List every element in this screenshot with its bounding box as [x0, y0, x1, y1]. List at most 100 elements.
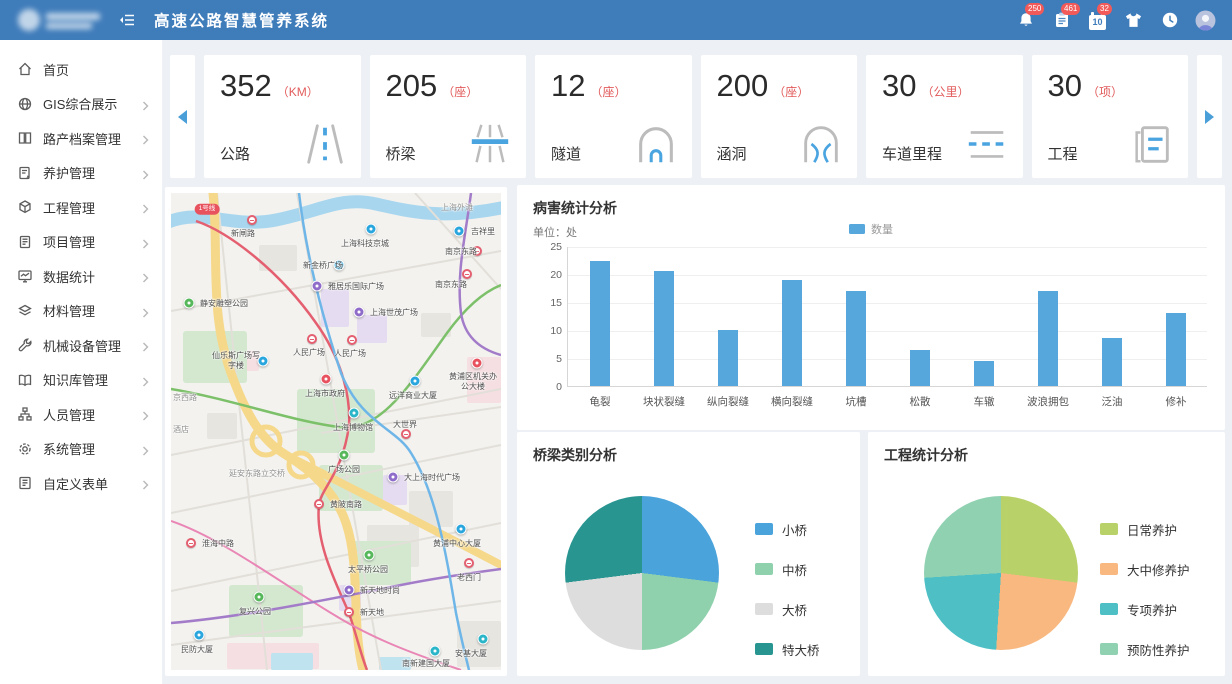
x-axis-label: 车辙: [952, 394, 1016, 409]
tasks-clipboard-icon[interactable]: 461: [1051, 10, 1072, 31]
chevron-right-icon: [142, 375, 150, 385]
sidebar-item-4[interactable]: 养护管理: [0, 156, 162, 191]
bar-坑槽: [846, 291, 866, 386]
poi-marker[interactable]: [312, 281, 323, 292]
metro-station-marker[interactable]: [247, 215, 257, 225]
sidebar-item-12[interactable]: 系统管理: [0, 432, 162, 467]
sidebar-item-1[interactable]: 首页: [0, 52, 162, 87]
metro-station-marker[interactable]: [347, 335, 357, 345]
sidebar-item-3[interactable]: 路产档案管理: [0, 121, 162, 156]
metro-station-marker[interactable]: [314, 499, 324, 509]
bar-chart-plot: 0510152025龟裂块状裂缝纵向裂缝横向裂缝坑槽松散车辙波浪拥包泛油修补: [567, 247, 1207, 387]
stat-card-3[interactable]: 12（座）隧道: [535, 55, 692, 178]
sidebar-item-label: 数据统计: [43, 267, 95, 286]
sidebar-item-label: GIS综合展示: [43, 94, 117, 113]
sidebar-item-13[interactable]: 自定义表单: [0, 466, 162, 501]
metro-station-marker[interactable]: [307, 334, 317, 344]
metro-station-marker[interactable]: [186, 538, 196, 548]
notification-bell-icon[interactable]: 250: [1015, 10, 1036, 31]
stat-card-1[interactable]: 352（KM）公路: [204, 55, 361, 178]
metro-station-marker[interactable]: [344, 607, 354, 617]
project-pie-legend: 日常养护大中修养护专项养护预防性养护: [1100, 522, 1190, 682]
x-axis-label: 泛油: [1080, 394, 1144, 409]
metro-station-marker[interactable]: [464, 558, 474, 568]
user-avatar[interactable]: [1195, 10, 1216, 31]
stat-card-2[interactable]: 205（座）桥梁: [370, 55, 527, 178]
legend-label: 预防性养护: [1127, 640, 1190, 659]
stat-cards-track: 352（KM）公路205（座）桥梁12（座）隧道200（座）涵洞30（公里）车道…: [204, 55, 1188, 178]
poi-marker[interactable]: [388, 472, 399, 483]
poi-marker[interactable]: [339, 450, 350, 461]
sidebar-item-2[interactable]: GIS综合展示: [0, 87, 162, 122]
bar-纵向裂缝: [718, 330, 738, 386]
sidebar-item-11[interactable]: 人员管理: [0, 397, 162, 432]
carousel-next-button[interactable]: [1197, 55, 1222, 178]
menu-fold-icon[interactable]: [118, 11, 136, 29]
stat-card-5[interactable]: 30（公里）车道里程: [866, 55, 1023, 178]
sidebar-item-label: 系统管理: [43, 439, 95, 458]
poi-marker[interactable]: [354, 307, 365, 318]
pie-legend-item[interactable]: 大桥: [755, 602, 820, 616]
home-icon: [17, 61, 33, 77]
stat-card-6[interactable]: 30（项）工程: [1032, 55, 1189, 178]
stat-label: 工程: [1048, 143, 1078, 167]
poi-marker[interactable]: [184, 298, 195, 309]
calendar-badge: 32: [1097, 3, 1112, 15]
book-icon: [17, 372, 33, 388]
stat-unit: （项）: [1087, 83, 1123, 100]
pie-legend-item[interactable]: 日常养护: [1100, 522, 1190, 536]
bar-legend-item[interactable]: 数量: [849, 221, 893, 237]
carousel-prev-button[interactable]: [170, 55, 195, 178]
calendar-day: 10: [1089, 15, 1106, 30]
pie-legend-item[interactable]: 专项养护: [1100, 602, 1190, 616]
poi-marker[interactable]: [349, 408, 360, 419]
poi-marker[interactable]: [366, 224, 377, 235]
sidebar-item-10[interactable]: 知识库管理: [0, 363, 162, 398]
city-map[interactable]: 上海外滩1号线新闸路上海科技京城吉祥里南京东路南京东路新金桥广场雅居乐国际广场上…: [171, 193, 501, 670]
poi-marker[interactable]: [410, 376, 421, 387]
pie-legend-item[interactable]: 中桥: [755, 562, 820, 576]
metro-station-marker[interactable]: [462, 269, 472, 279]
poi-marker[interactable]: [344, 585, 355, 596]
bridge-icon: [467, 121, 513, 167]
poi-marker[interactable]: [472, 358, 483, 369]
shirt-icon[interactable]: [1123, 10, 1144, 31]
pie-legend-item[interactable]: 特大桥: [755, 642, 820, 656]
pie-legend-item[interactable]: 预防性养护: [1100, 642, 1190, 656]
sidebar-item-6[interactable]: 项目管理: [0, 225, 162, 260]
legend-swatch: [1100, 643, 1118, 655]
poi-marker[interactable]: [430, 646, 441, 657]
pie-legend-item[interactable]: 小桥: [755, 522, 820, 536]
map-poi-label: 吉祥里: [471, 227, 495, 237]
clock-icon[interactable]: [1159, 10, 1180, 31]
sidebar-item-9[interactable]: 机械设备管理: [0, 328, 162, 363]
legend-swatch: [755, 523, 773, 535]
stat-card-4[interactable]: 200（座）涵洞: [701, 55, 858, 178]
pie-legend-item[interactable]: 大中修养护: [1100, 562, 1190, 576]
poi-marker[interactable]: [478, 634, 489, 645]
sidebar-item-8[interactable]: 材料管理: [0, 294, 162, 329]
legend-swatch: [1100, 603, 1118, 615]
x-axis-label: 块状裂缝: [632, 394, 696, 409]
sidebar-item-7[interactable]: 数据统计: [0, 259, 162, 294]
sidebar-item-5[interactable]: 工程管理: [0, 190, 162, 225]
bridge-category-title: 桥梁类别分析: [533, 445, 617, 465]
map-poi-label: 延安东路立交桥: [229, 469, 285, 479]
poi-marker[interactable]: [254, 592, 265, 603]
chevron-right-icon: [142, 444, 150, 454]
metro-station-marker[interactable]: [401, 429, 411, 439]
bar-松散: [910, 350, 930, 386]
poi-marker[interactable]: [194, 630, 205, 641]
y-axis-tick: 5: [526, 353, 562, 365]
calendar-icon[interactable]: 10 32: [1087, 10, 1108, 31]
poi-marker[interactable]: [364, 550, 375, 561]
poi-marker[interactable]: [321, 374, 332, 385]
poi-marker[interactable]: [456, 524, 467, 535]
map-poi-label: 南京东路: [445, 247, 477, 257]
legend-swatch: [755, 603, 773, 615]
map-panel: 上海外滩1号线新闸路上海科技京城吉祥里南京东路南京东路新金桥广场雅居乐国际广场上…: [165, 187, 507, 676]
poi-marker[interactable]: [454, 226, 465, 237]
legend-label: 专项养护: [1127, 600, 1177, 619]
map-poi-label: 太平桥公园: [348, 565, 388, 575]
map-poi-label: 黄浦区机关办公大楼: [447, 372, 499, 392]
